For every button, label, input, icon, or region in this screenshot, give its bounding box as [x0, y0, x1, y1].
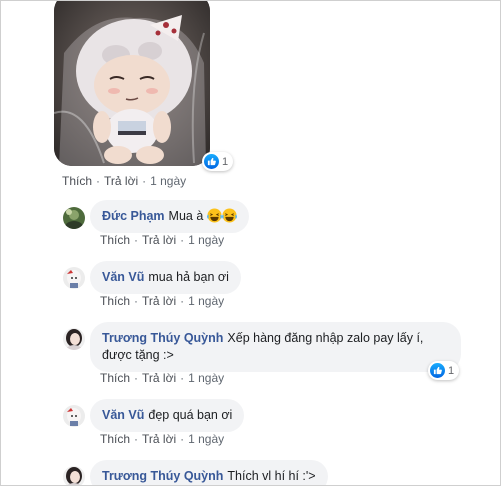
comment-bubble: Văn Vũ mua hả bạn ơi [90, 261, 241, 294]
comment-actions: Thích · Trả lời · 1 ngày [100, 294, 225, 308]
comment-thread: 1 Thích · Trả lời · 1 ngày Đức Phạm Mua à Thí… [0, 0, 501, 486]
like-link[interactable]: Thích [100, 233, 130, 247]
timestamp: 1 ngày [188, 294, 225, 308]
avatar[interactable] [63, 328, 85, 350]
avatar[interactable] [63, 405, 85, 427]
comment-text: Thích vl hí hí :'> [227, 469, 316, 483]
avatar[interactable] [63, 207, 85, 229]
comment-text: Mua à [168, 209, 204, 223]
comment-actions: Thích · Trả lời · 1 ngày [100, 432, 225, 446]
avatar[interactable] [63, 267, 85, 289]
post-actions: Thích · Trả lời · 1 ngày [62, 174, 187, 188]
reaction-badge[interactable]: 1 [202, 152, 234, 171]
comment-actions: Thích · Trả lời · 1 ngày [100, 371, 225, 385]
commenter-name[interactable]: Văn Vũ [102, 270, 144, 284]
reply-link[interactable]: Trả lời [142, 371, 176, 385]
comment-bubble: Trương Thúy Quỳnh Xếp hàng đăng nhập zalo… [90, 322, 461, 372]
comment-bubble: Trương Thúy Quỳnh Thích vl hí hí :'> [90, 460, 328, 485]
reply-link[interactable]: Trả lời [142, 294, 176, 308]
laughing-face-icon [221, 208, 237, 223]
photo-attachment[interactable] [54, 1, 210, 166]
avatar[interactable] [63, 466, 85, 485]
reaction-count: 1 [222, 155, 229, 168]
commenter-name[interactable]: Trương Thúy Quỳnh [102, 469, 223, 483]
timestamp: 1 ngày [188, 233, 225, 247]
timestamp: 1 ngày [188, 432, 225, 446]
comment-text: mua hả bạn ơi [148, 270, 229, 284]
like-link[interactable]: Thích [62, 174, 92, 188]
like-link[interactable]: Thích [100, 371, 130, 385]
reaction-badge[interactable]: 1 [428, 361, 460, 380]
comment-bubble: Văn Vũ đẹp quá bạn ơi [90, 399, 245, 432]
reply-link[interactable]: Trả lời [142, 233, 176, 247]
reaction-count: 1 [448, 364, 455, 377]
thumbs-up-icon [204, 154, 219, 169]
laughing-face-icon [206, 208, 222, 223]
commenter-name[interactable]: Văn Vũ [102, 408, 144, 422]
thumbs-up-icon [430, 363, 445, 378]
commenter-name[interactable]: Trương Thúy Quỳnh [102, 331, 223, 345]
comment-actions: Thích · Trả lời · 1 ngày [100, 233, 225, 247]
timestamp: 1 ngày [150, 174, 187, 188]
comment-bubble: Đức Phạm Mua à [90, 200, 249, 233]
comment-text: đẹp quá bạn ơi [148, 408, 233, 422]
reply-link[interactable]: Trả lời [142, 432, 176, 446]
like-link[interactable]: Thích [100, 294, 130, 308]
timestamp: 1 ngày [188, 371, 225, 385]
commenter-name[interactable]: Đức Phạm [102, 209, 165, 223]
like-link[interactable]: Thích [100, 432, 130, 446]
reply-link[interactable]: Trả lời [104, 174, 138, 188]
